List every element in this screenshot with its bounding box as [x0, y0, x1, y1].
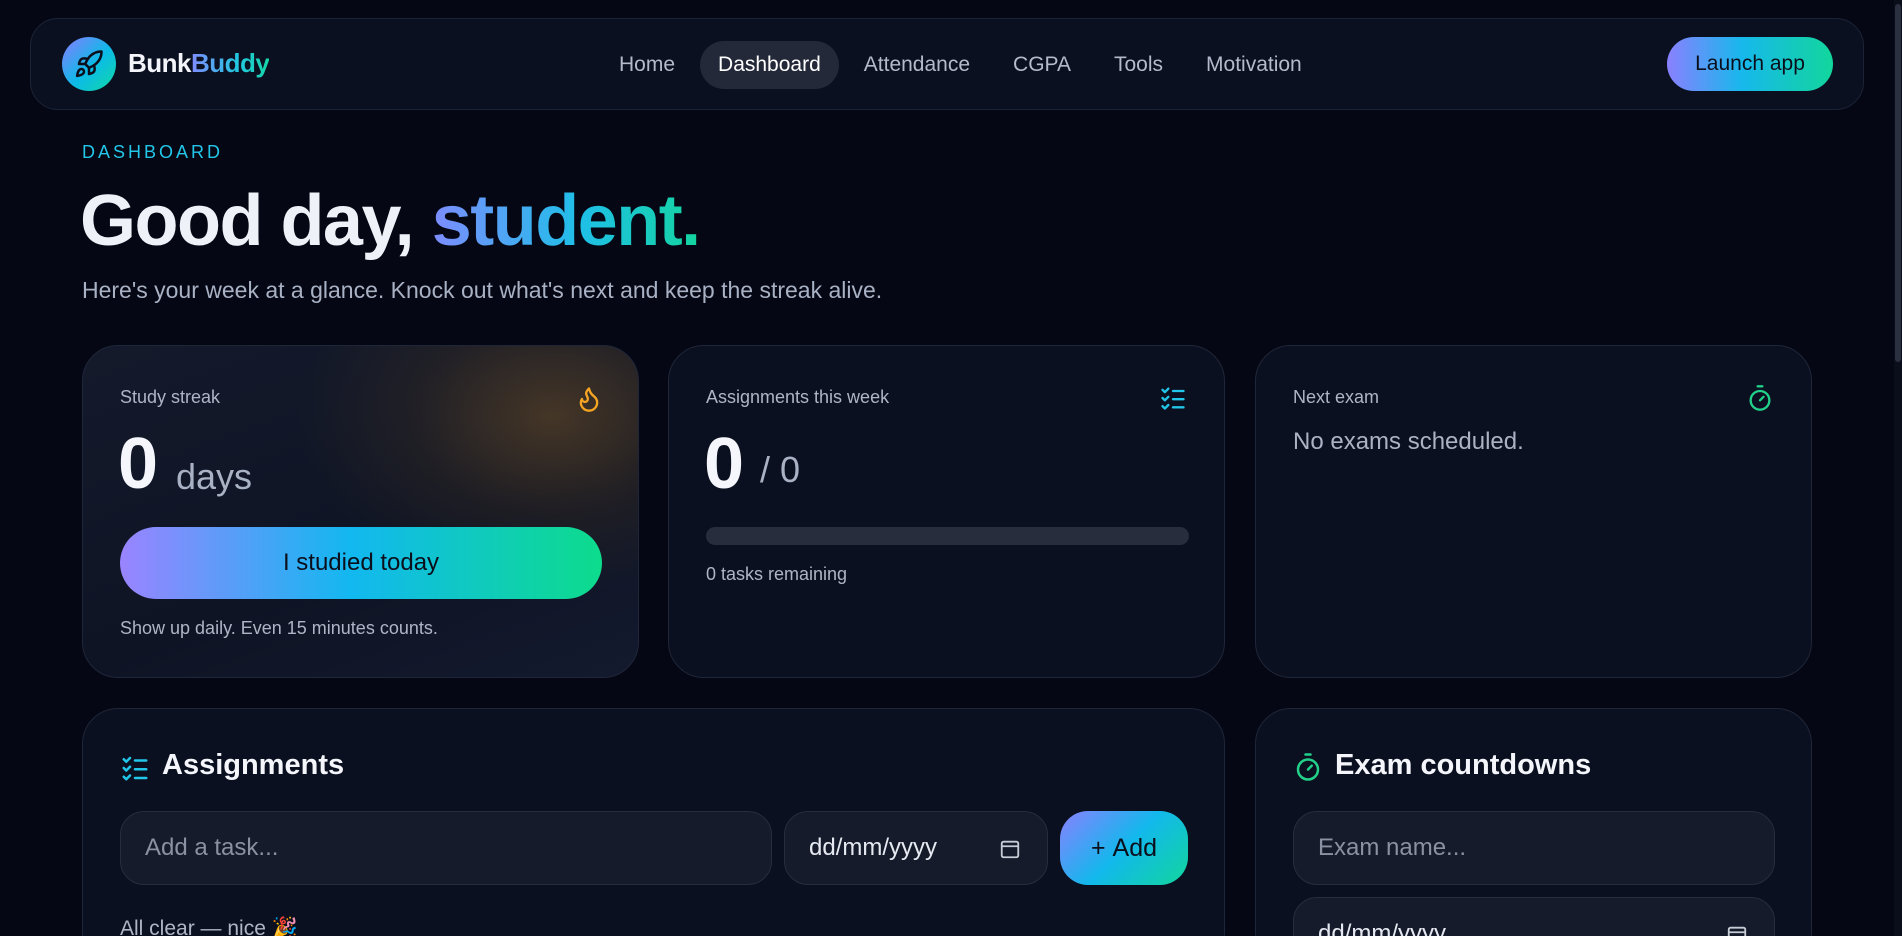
nav-link-motivation[interactable]: Motivation	[1188, 41, 1320, 89]
streak-label: Study streak	[120, 387, 221, 407]
exam-date-input[interactable]: dd/mm/yyyy	[1293, 897, 1775, 936]
exam-date-value: dd/mm/yyyy	[1318, 920, 1447, 936]
no-exams-message: No exams scheduled.	[1293, 428, 1524, 455]
streak-hint: Show up daily. Even 15 minutes counts.	[120, 618, 438, 638]
exam-name-input[interactable]: Exam name...	[1293, 811, 1775, 885]
assignments-panel-title: Assignments	[162, 749, 345, 781]
task-date-input[interactable]: dd/mm/yyyy	[784, 811, 1048, 885]
assignments-panel: Assignments Add a task... dd/mm/yyyy + A…	[82, 708, 1225, 936]
page-title: Good day, student.	[80, 178, 701, 264]
page-subtitle: Here's your week at a glance. Knock out …	[82, 277, 883, 303]
assignments-total: / 0	[760, 449, 801, 490]
nav-link-attendance[interactable]: Attendance	[846, 41, 988, 89]
scrollbar-thumb[interactable]	[1895, 4, 1901, 362]
plus-icon: +	[1090, 834, 1106, 862]
assignments-week-label: Assignments this week	[706, 387, 890, 407]
brand-part-b: Buddy	[191, 48, 270, 78]
assignments-progress-bar	[706, 527, 1189, 545]
next-exam-card: Next exam No exams scheduled.	[1255, 345, 1812, 678]
brand-part-a: Bunk	[128, 48, 192, 78]
nav-link-dashboard[interactable]: Dashboard	[700, 41, 839, 89]
page-scrollbar[interactable]	[1894, 0, 1902, 936]
task-date-value: dd/mm/yyyy	[809, 834, 938, 861]
rocket-icon	[75, 50, 103, 78]
stopwatch-icon	[1296, 753, 1320, 781]
streak-count: 0	[118, 424, 159, 504]
studied-today-button[interactable]: I studied today	[120, 527, 602, 599]
task-input[interactable]: Add a task...	[120, 811, 772, 885]
add-task-button[interactable]: + Add	[1060, 811, 1188, 885]
assignments-done-count: 0	[704, 424, 745, 504]
exam-countdowns-title: Exam countdowns	[1335, 749, 1592, 781]
exam-countdowns-panel: Exam countdowns Exam name... dd/mm/yyyy	[1255, 708, 1812, 936]
calendar-icon[interactable]	[999, 838, 1021, 860]
tasks-empty-message: All clear — nice 🎉	[120, 917, 298, 936]
brand-name[interactable]: BunkBuddy	[128, 46, 270, 80]
nav-link-cgpa[interactable]: CGPA	[995, 41, 1089, 89]
add-task-label: Add	[1112, 834, 1158, 862]
nav-link-tools[interactable]: Tools	[1096, 41, 1181, 89]
checklist-icon	[1161, 387, 1185, 410]
calendar-icon[interactable]	[1726, 924, 1748, 936]
launch-app-button[interactable]: Launch app	[1667, 37, 1833, 91]
nav-links: Home Dashboard Attendance CGPA Tools Mot…	[601, 41, 1327, 89]
page-eyebrow: DASHBOARD	[82, 142, 224, 162]
greeting-text: Good day,	[80, 181, 432, 261]
stopwatch-icon	[1749, 385, 1771, 411]
next-exam-label: Next exam	[1293, 387, 1380, 407]
flame-icon	[579, 387, 599, 412]
tasks-remaining: 0 tasks remaining	[706, 564, 848, 584]
checklist-icon	[122, 756, 148, 781]
streak-unit: days	[176, 456, 253, 497]
nav-link-home[interactable]: Home	[601, 41, 693, 89]
logo-badge[interactable]	[62, 37, 116, 91]
top-navbar: BunkBuddy Home Dashboard Attendance CGPA…	[30, 18, 1864, 110]
greeting-name: student.	[431, 181, 701, 261]
study-streak-card: Study streak 0 days I studied today Show…	[82, 345, 639, 678]
assignments-week-card: Assignments this week 0 / 0 0 tasks rema…	[668, 345, 1225, 678]
